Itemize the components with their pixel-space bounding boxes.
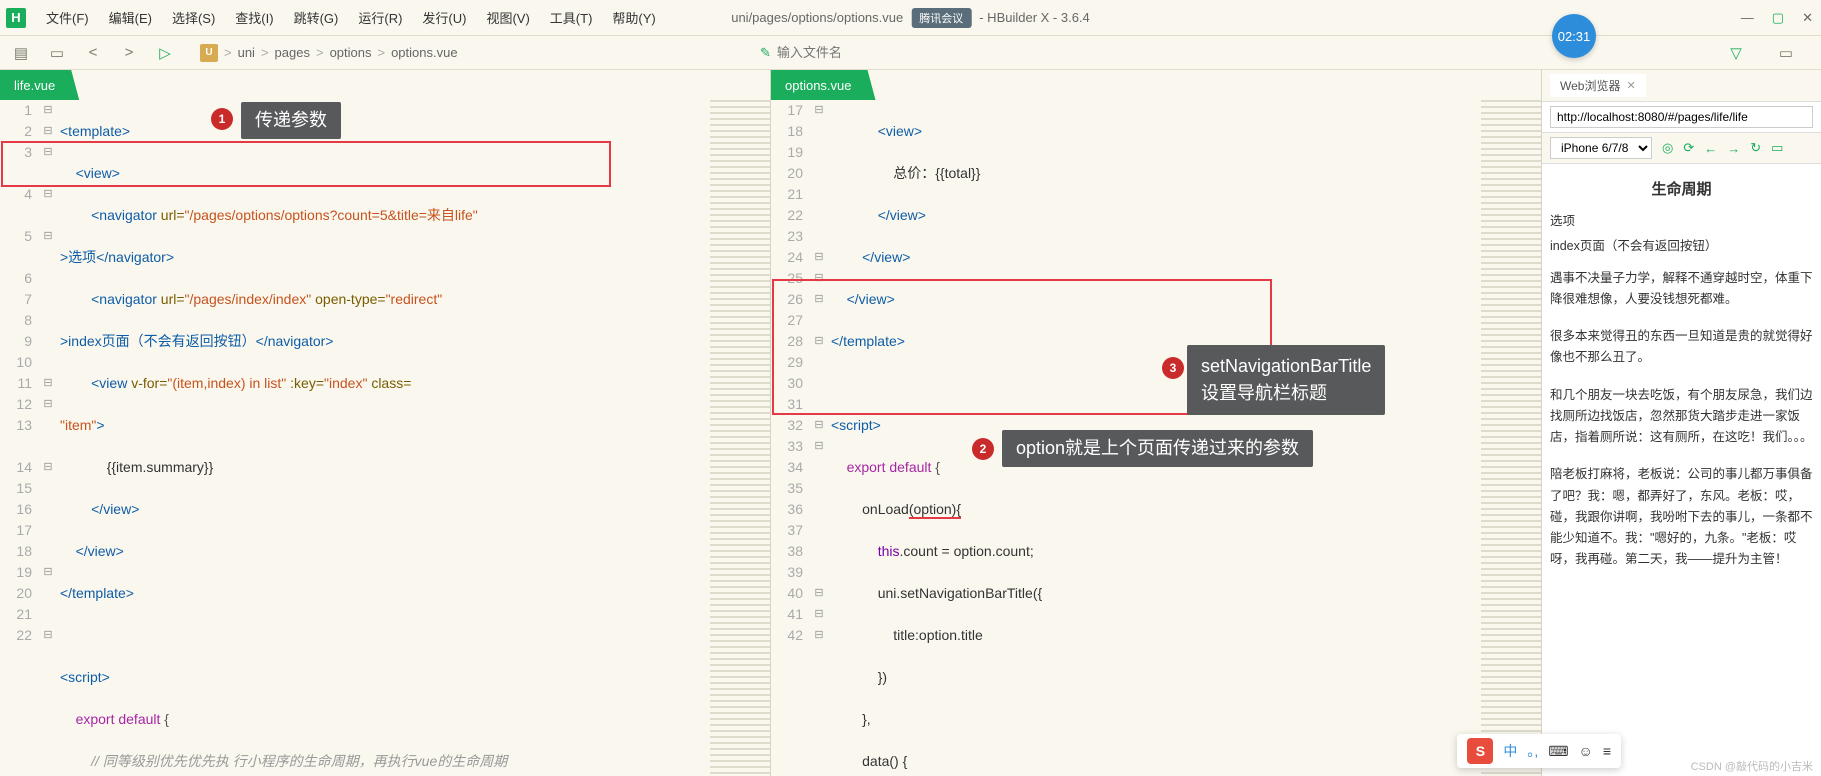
app-logo: H: [6, 8, 26, 28]
breadcrumb: U > uni > pages > options > options.vue: [200, 44, 458, 62]
terminal-icon[interactable]: ▭: [46, 42, 68, 64]
url-input[interactable]: [1550, 106, 1813, 128]
tooltip-1: 传递参数: [241, 102, 341, 139]
preview-item: 和几个朋友一块去吃饭，有个朋友尿急，我们边找厕所边找饭店，忽然那货大踏步走进一家…: [1542, 377, 1821, 457]
menu-view[interactable]: 视图(V): [476, 4, 539, 31]
tab-life-vue[interactable]: life.vue: [0, 70, 79, 100]
explorer-icon[interactable]: ▤: [10, 42, 32, 64]
keyboard-icon[interactable]: ⌨: [1548, 743, 1568, 760]
close-icon[interactable]: ✕: [1802, 10, 1813, 26]
preview-link[interactable]: index页面（不会有返回按钮）: [1542, 234, 1821, 259]
refresh-icon[interactable]: ↻: [1750, 140, 1761, 156]
breadcrumb-item[interactable]: uni: [238, 45, 255, 60]
ime-lang[interactable]: 中: [1503, 741, 1517, 761]
filename-search[interactable]: ✎: [760, 45, 977, 61]
pencil-icon: ✎: [760, 45, 771, 61]
window-title: uni/pages/options/options.vue 腾讯会议 - HBu…: [731, 8, 1090, 28]
badge-3: 3: [1162, 357, 1184, 379]
forward-icon[interactable]: →: [1727, 141, 1740, 156]
minimap-left[interactable]: [710, 100, 770, 776]
line-gutter: 123 4 5 678910111213 141516171819202122: [0, 100, 40, 776]
run-icon[interactable]: ▷: [154, 42, 176, 64]
menu-run[interactable]: 运行(R): [348, 4, 412, 31]
editor-pane-right: options.vue 1718192021222324252627282930…: [771, 70, 1541, 776]
maximize-icon[interactable]: ▢: [1772, 10, 1784, 26]
window-controls: — ▢ ✕: [1741, 10, 1813, 26]
watermark: CSDN @敲代码的小吉米: [1691, 758, 1813, 774]
minimap-right[interactable]: [1481, 100, 1541, 776]
forward-icon[interactable]: >: [118, 42, 140, 64]
browser-tab[interactable]: Web浏览器 ✕: [1550, 74, 1646, 97]
filter-icon[interactable]: ▽: [1725, 42, 1747, 64]
preview-item: 很多本来觉得丑的东西一旦知道是贵的就觉得好像也不那么丑了。: [1542, 318, 1821, 377]
badge-1: 1: [211, 108, 233, 130]
preview-title: 生命周期: [1542, 164, 1821, 209]
toolbar: ▤ ▭ < > ▷ U > uni > pages > options > op…: [0, 36, 1821, 70]
preview-content[interactable]: 生命周期 选项 index页面（不会有返回按钮） 遇事不决量子力学，解释不通穿越…: [1542, 164, 1821, 776]
close-icon[interactable]: ✕: [1626, 79, 1635, 92]
tab-options-vue[interactable]: options.vue: [771, 70, 876, 100]
preview-item: 遇事不决量子力学，解释不通穿越时空，体重下降很难想像，人要没钱想死都难。: [1542, 260, 1821, 319]
filename-input[interactable]: [777, 45, 977, 60]
menu-bar: H 文件(F) 编辑(E) 选择(S) 查找(I) 跳转(G) 运行(R) 发行…: [0, 0, 1821, 36]
ime-punct[interactable]: ｡,: [1527, 741, 1538, 761]
back-icon[interactable]: <: [82, 42, 104, 64]
line-gutter-right: 1718192021222324252627282930313233343536…: [771, 100, 811, 776]
target-icon[interactable]: ◎: [1662, 140, 1673, 156]
device-select[interactable]: iPhone 6/7/8: [1550, 137, 1652, 159]
ime-bar[interactable]: S 中 ｡, ⌨ ☺ ≡: [1457, 734, 1621, 768]
breadcrumb-item[interactable]: options.vue: [391, 45, 458, 60]
code-editor-right[interactable]: 1718192021222324252627282930313233343536…: [771, 100, 1541, 776]
fold-gutter: ⊟⊟⊟⊟⊟⊟⊟⊟⊟⊟: [40, 100, 56, 776]
tooltip-2: option就是上个页面传递过来的参数: [1002, 430, 1313, 467]
back-icon[interactable]: ←: [1704, 141, 1717, 156]
sogou-icon[interactable]: S: [1467, 738, 1493, 764]
preview-icon[interactable]: ▭: [1775, 42, 1797, 64]
code-editor-left[interactable]: 123 4 5 678910111213 141516171819202122 …: [0, 100, 770, 776]
web-browser-panel: Web浏览器 ✕ iPhone 6/7/8 ◎ ⟳ ← → ↻ ▭ 生命周期: [1541, 70, 1821, 776]
menu-help[interactable]: 帮助(Y): [602, 4, 665, 31]
project-icon: U: [200, 44, 218, 62]
emoji-icon[interactable]: ☺: [1579, 743, 1593, 759]
rotate-icon[interactable]: ⟳: [1683, 140, 1694, 156]
breadcrumb-item[interactable]: pages: [275, 45, 310, 60]
devtools-icon[interactable]: ▭: [1771, 140, 1783, 156]
timer-badge: 02:31: [1552, 14, 1596, 58]
tencent-meeting-badge: 腾讯会议: [911, 8, 971, 28]
editor-pane-left: life.vue 123 4 5 678910111213 1415161718…: [0, 70, 771, 776]
ime-menu-icon[interactable]: ≡: [1603, 743, 1611, 759]
badge-2: 2: [972, 438, 994, 460]
preview-link[interactable]: 选项: [1542, 209, 1821, 234]
breadcrumb-item[interactable]: options: [330, 45, 372, 60]
menu-release[interactable]: 发行(U): [412, 4, 476, 31]
fold-gutter-right: ⊟⊟⊟⊟⊟⊟⊟⊟⊟⊟: [811, 100, 827, 776]
tooltip-3: setNavigationBarTitle设置导航栏标题: [1187, 345, 1385, 415]
menu-goto[interactable]: 跳转(G): [284, 4, 349, 31]
preview-item: 陪老板打麻将，老板说：公司的事儿都万事俱备了吧？我：嗯，都弄好了，东风。老板：哎…: [1542, 456, 1821, 578]
menu-find[interactable]: 查找(I): [225, 4, 283, 31]
menu-edit[interactable]: 编辑(E): [99, 4, 162, 31]
menu-file[interactable]: 文件(F): [36, 4, 99, 31]
menu-tools[interactable]: 工具(T): [540, 4, 603, 31]
minimize-icon[interactable]: —: [1741, 10, 1754, 26]
menu-select[interactable]: 选择(S): [162, 4, 225, 31]
